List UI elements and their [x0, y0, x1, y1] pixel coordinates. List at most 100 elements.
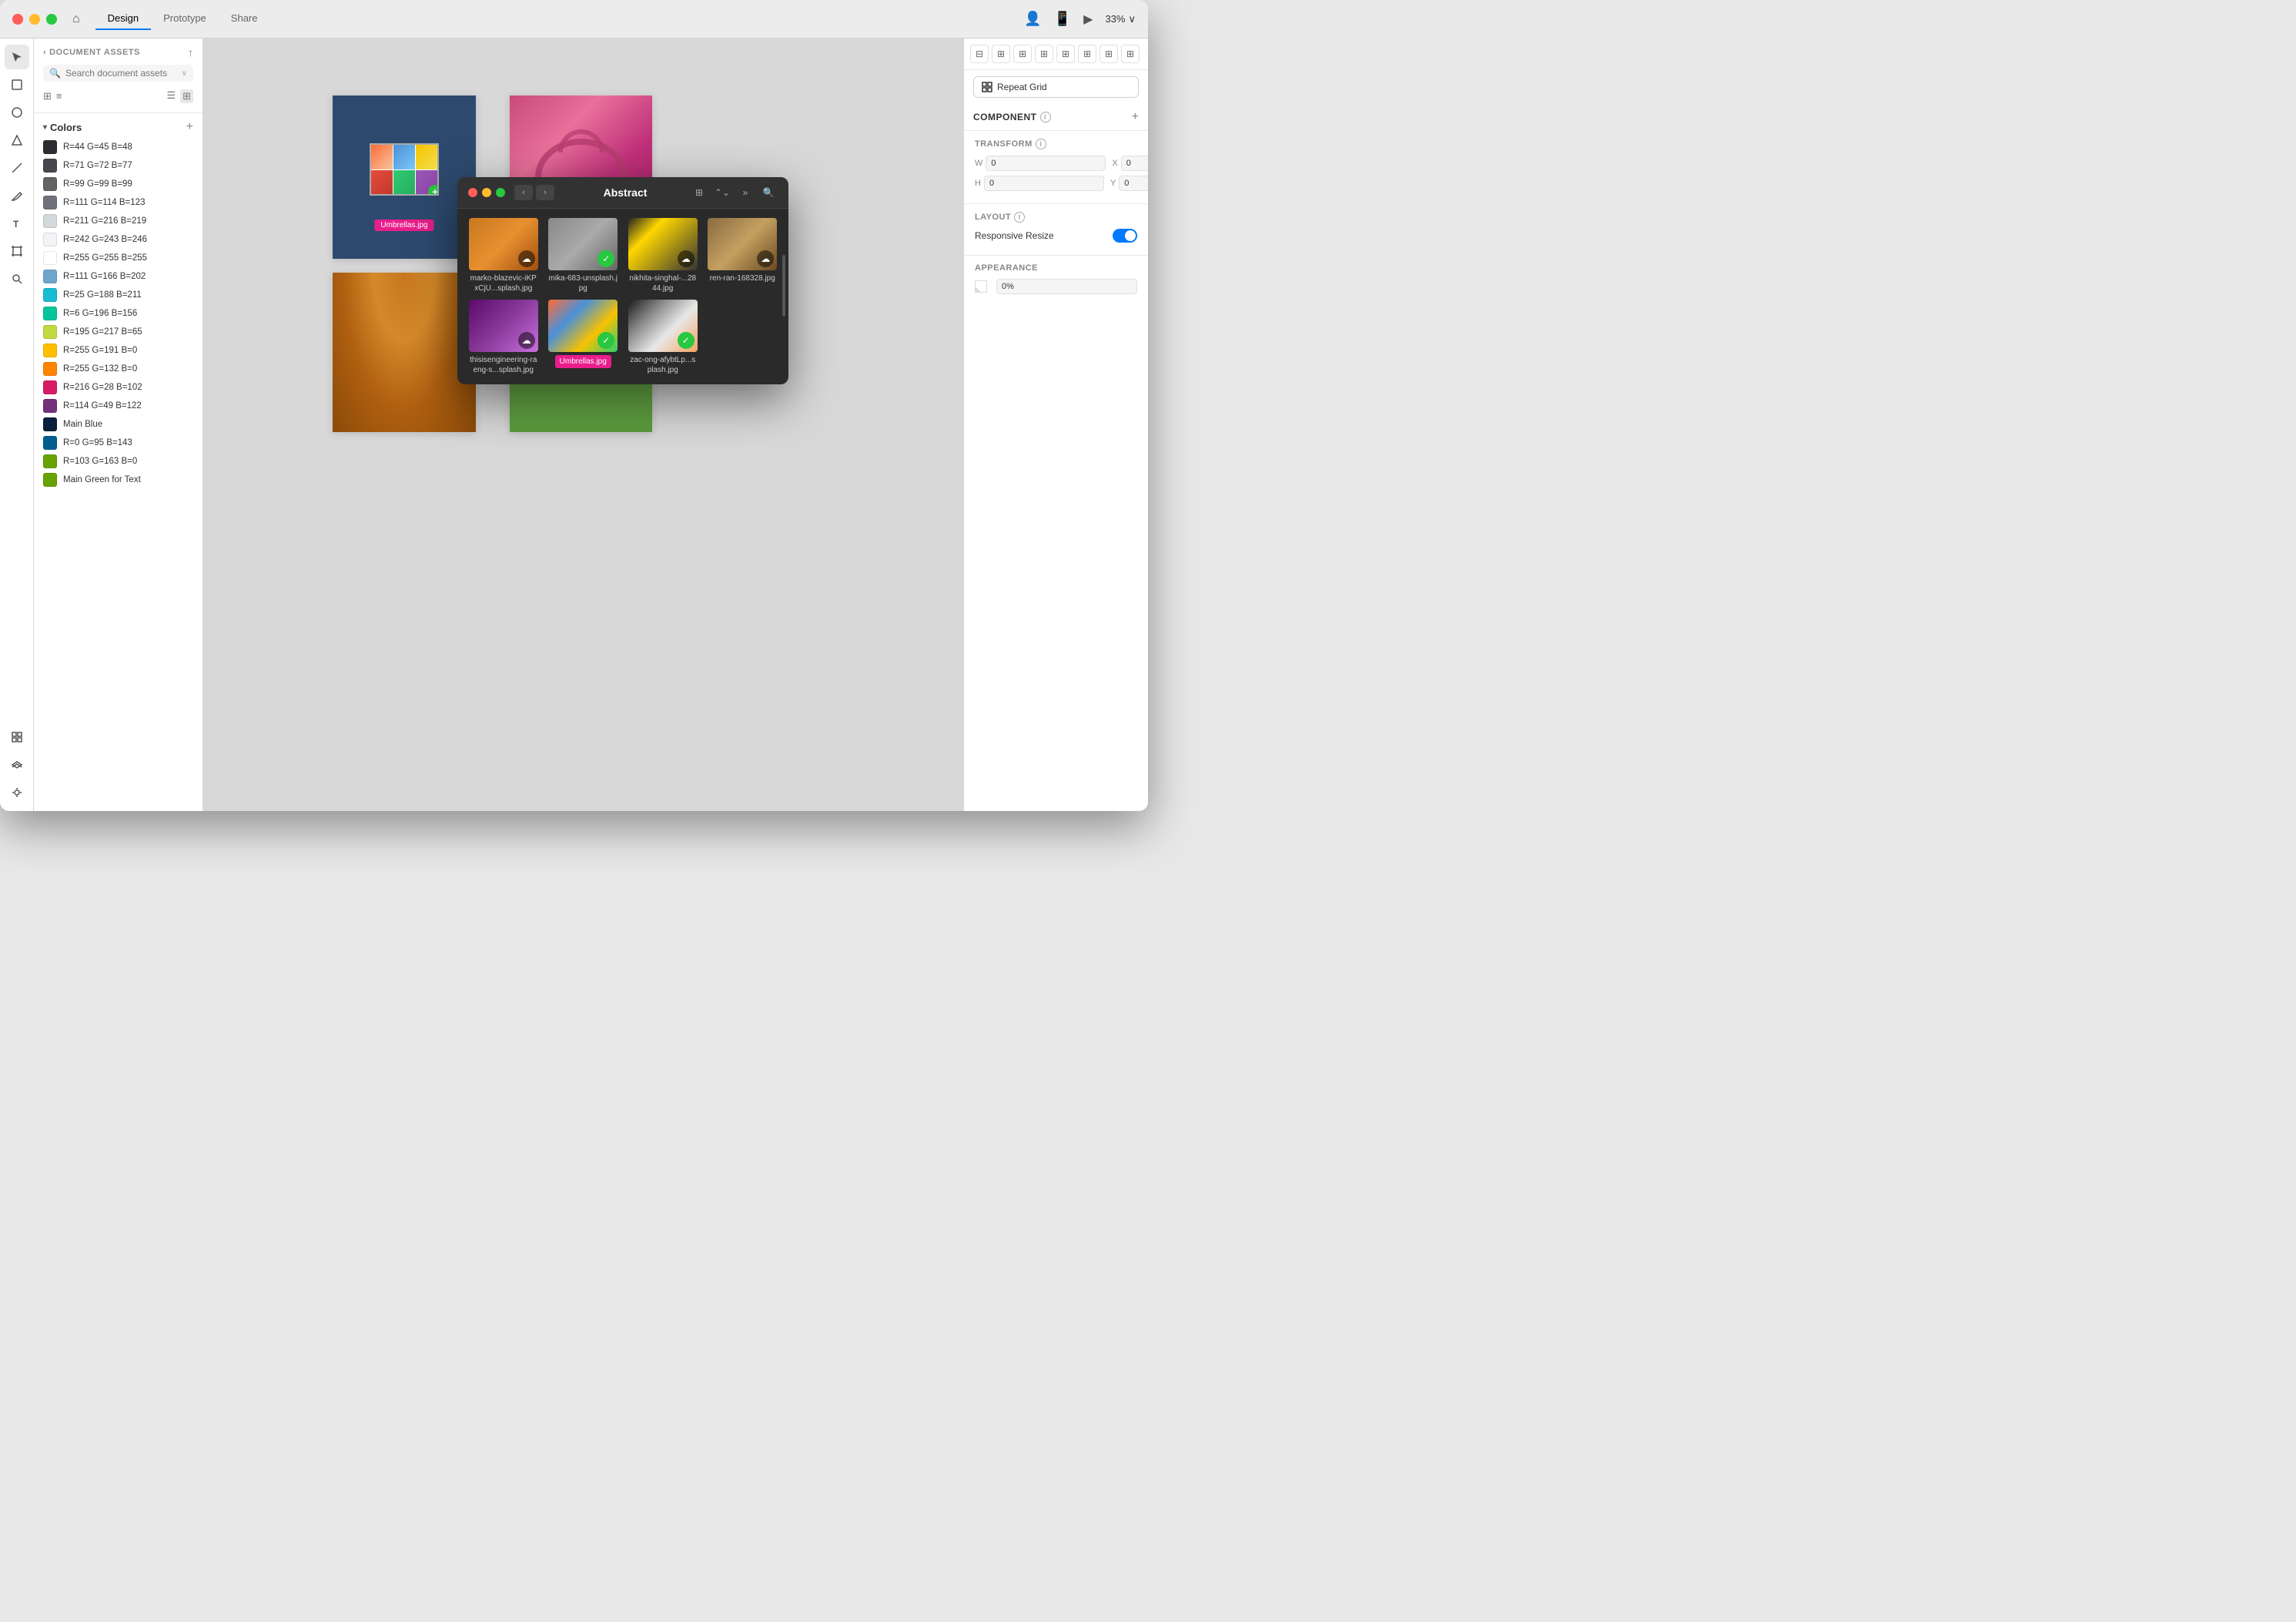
canvas-area[interactable]: + Umbrellas.jpg — [203, 39, 963, 811]
color-item-c15[interactable]: R=114 G=49 B=122 ✏ — [34, 397, 202, 415]
modal-search-icon[interactable]: 🔍 — [759, 185, 778, 200]
plugins-icon[interactable] — [5, 780, 29, 805]
modal-close-button[interactable] — [468, 188, 477, 197]
color-item-c10[interactable]: R=6 G=196 B=156 ✏ — [34, 304, 202, 323]
drag-filename-label: Umbrellas.jpg — [374, 220, 433, 231]
component-add-icon[interactable]: + — [1132, 110, 1139, 124]
modal-back-button[interactable]: ‹ — [514, 185, 533, 200]
color-item-c2[interactable]: R=71 G=72 B=77 ✏ — [34, 156, 202, 175]
grid-view-icon[interactable]: ⊞ — [180, 89, 193, 103]
width-input[interactable] — [986, 156, 1106, 171]
color-item-c4[interactable]: R=111 G=114 B=123 ✏ — [34, 193, 202, 212]
opacity-container — [975, 279, 1137, 294]
play-icon[interactable]: ▶ — [1083, 12, 1093, 27]
component-info-icon[interactable]: i — [1040, 112, 1051, 122]
align-right-icon[interactable]: ⊞ — [1013, 45, 1032, 63]
modal-scrollbar[interactable] — [782, 255, 785, 317]
modal-controls: ⊞ ⌃⌄ » 🔍 — [690, 185, 778, 200]
color-item-c8[interactable]: R=111 G=166 B=202 ✏ — [34, 267, 202, 286]
minimize-button[interactable] — [29, 14, 40, 25]
align-h-icon[interactable]: ⊞ — [1099, 45, 1118, 63]
artboard-tool[interactable] — [5, 239, 29, 263]
assets-export-icon[interactable]: ↑ — [188, 46, 193, 59]
svg-text:T: T — [13, 219, 19, 230]
drag-image[interactable]: + — [370, 143, 439, 196]
modal-titlebar: ‹ › Abstract ⊞ ⌃⌄ » 🔍 — [457, 177, 788, 209]
home-icon[interactable]: ⌂ — [72, 12, 80, 26]
align-center-icon[interactable]: ⊞ — [992, 45, 1010, 63]
color-item-c9[interactable]: R=25 G=188 B=211 ✏ — [34, 286, 202, 304]
tab-design[interactable]: Design — [95, 8, 151, 30]
colors-section-header[interactable]: ▾ Colors + — [34, 116, 202, 138]
color-item-c7[interactable]: R=255 G=255 B=255 ✏ — [34, 249, 202, 267]
line-tool[interactable] — [5, 156, 29, 180]
color-item-c1[interactable]: R=44 G=45 B=48 ✏ — [34, 138, 202, 156]
color-item-c18[interactable]: R=103 G=163 B=0 ✏ — [34, 452, 202, 471]
triangle-tool[interactable] — [5, 128, 29, 152]
maximize-button[interactable] — [46, 14, 57, 25]
height-input[interactable] — [984, 176, 1104, 191]
ellipse-tool[interactable] — [5, 100, 29, 125]
opacity-input[interactable] — [996, 279, 1137, 294]
asset-item-a7[interactable]: ✓ zac-ong-afybtLp...splash.jpg — [626, 300, 700, 375]
color-item-c16[interactable]: Main Blue ✏ — [34, 415, 202, 434]
asset-item-a4[interactable]: ☁ ren-ran-168328.jpg — [706, 218, 780, 293]
zoom-tool[interactable] — [5, 266, 29, 291]
modal-expand-icon[interactable]: » — [736, 185, 755, 200]
tab-share[interactable]: Share — [219, 8, 270, 30]
color-item-c3[interactable]: R=99 G=99 B=99 ✏ — [34, 175, 202, 193]
color-item-c5[interactable]: R=211 G=216 B=219 ✏ — [34, 212, 202, 230]
asset-item-a5[interactable]: ☁ thisisengineering-raeng-s...splash.jpg — [467, 300, 541, 375]
close-button[interactable] — [12, 14, 23, 25]
y-input[interactable] — [1119, 176, 1148, 191]
user-icon[interactable]: 👤 — [1024, 11, 1041, 27]
x-input[interactable] — [1121, 156, 1148, 171]
modal-minimize-button[interactable] — [482, 188, 491, 197]
repeat-grid-button[interactable]: Repeat Grid — [973, 76, 1139, 98]
zoom-control[interactable]: 33% ∨ — [1105, 13, 1136, 25]
select-tool[interactable] — [5, 45, 29, 69]
color-item-c17[interactable]: R=0 G=95 B=143 ✏ — [34, 434, 202, 452]
color-label: R=44 G=45 B=48 — [63, 142, 132, 152]
align-top-icon[interactable]: ⊞ — [1035, 45, 1053, 63]
component-label: COMPONENT i — [973, 112, 1051, 122]
asset-item-a3[interactable]: ☁ nikhita-singhal-...2844.jpg — [626, 218, 700, 293]
colors-add-icon[interactable]: + — [186, 121, 193, 133]
filter-icon[interactable]: ⊞ — [43, 90, 52, 102]
assets-back-button[interactable]: ‹ DOCUMENT ASSETS — [43, 48, 140, 57]
layout-info-icon[interactable]: i — [1014, 212, 1025, 223]
color-swatch — [43, 325, 57, 339]
responsive-resize-toggle[interactable] — [1113, 229, 1137, 243]
align-left-icon[interactable]: ⊟ — [970, 45, 989, 63]
search-input[interactable] — [65, 68, 177, 79]
modal-grid-icon[interactable]: ⊞ — [690, 185, 708, 200]
asset-item-a6[interactable]: ✓ Umbrellas.jpg — [547, 300, 621, 375]
text-tool[interactable]: T — [5, 211, 29, 236]
color-item-c6[interactable]: R=242 G=243 B=246 ✏ — [34, 230, 202, 249]
asset-thumbnail: ☁ — [708, 218, 777, 270]
layers-icon[interactable] — [5, 752, 29, 777]
align-v-icon[interactable]: ⊞ — [1121, 45, 1140, 63]
assets-icon[interactable] — [5, 725, 29, 749]
color-label: R=195 G=217 B=65 — [63, 327, 142, 337]
modal-maximize-button[interactable] — [496, 188, 505, 197]
color-item-c12[interactable]: R=255 G=191 B=0 ✏ — [34, 341, 202, 360]
color-item-c19[interactable]: Main Green for Text ✏ — [34, 471, 202, 489]
list-view-icon[interactable]: ☰ — [166, 89, 176, 103]
align-distribute-icon[interactable]: ⊞ — [1056, 45, 1075, 63]
tab-prototype[interactable]: Prototype — [151, 8, 219, 30]
align-bottom-icon[interactable]: ⊞ — [1078, 45, 1096, 63]
color-item-c11[interactable]: R=195 G=217 B=65 ✏ — [34, 323, 202, 341]
modal-forward-button[interactable]: › — [536, 185, 554, 200]
transform-label: TRANSFORM i — [975, 139, 1137, 149]
rectangle-tool[interactable] — [5, 72, 29, 97]
asset-item-a1[interactable]: ☁ marko-blazevic-iKPxCjU...splash.jpg — [467, 218, 541, 293]
device-icon[interactable]: 📱 — [1054, 11, 1071, 27]
transform-info-icon[interactable]: i — [1036, 139, 1046, 149]
pen-tool[interactable] — [5, 183, 29, 208]
sort-icon[interactable]: ≡ — [56, 90, 62, 102]
modal-sort-icon[interactable]: ⌃⌄ — [713, 185, 731, 200]
asset-item-a2[interactable]: ✓ mika-683-unsplash.jpg — [547, 218, 621, 293]
color-item-c13[interactable]: R=255 G=132 B=0 ✏ — [34, 360, 202, 378]
color-item-c14[interactable]: R=216 G=28 B=102 ✏ — [34, 378, 202, 397]
